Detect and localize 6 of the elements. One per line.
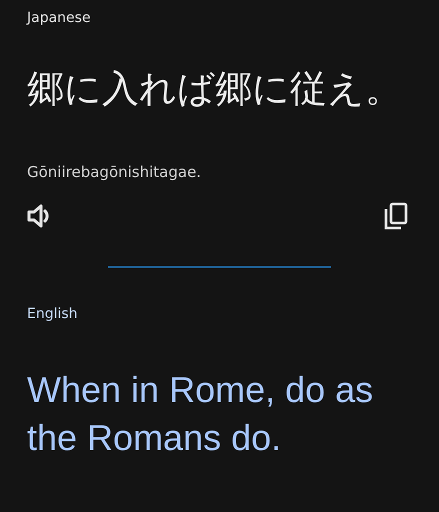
source-language-label: Japanese	[27, 9, 91, 28]
translation-text: When in Rome, do as the Romans do.	[27, 368, 374, 460]
romanization-text: Gōniirebagōnishitagae.	[27, 162, 202, 182]
target-language-label: English	[27, 305, 78, 324]
copy-icon[interactable]	[383, 202, 409, 230]
source-text: 郷に入れば郷に従え。	[27, 66, 402, 112]
